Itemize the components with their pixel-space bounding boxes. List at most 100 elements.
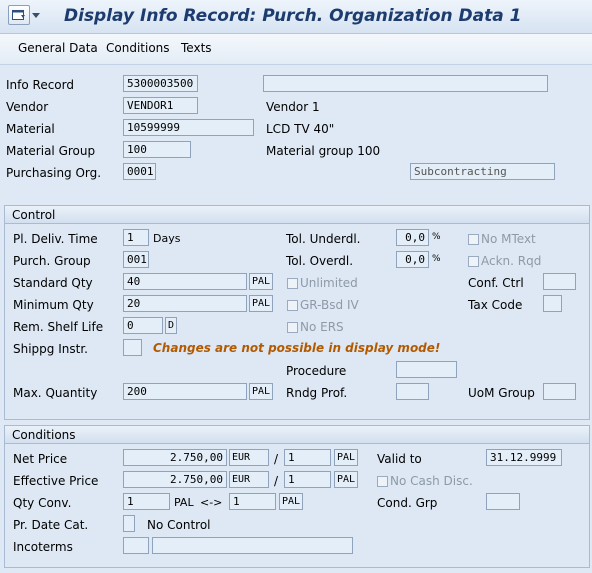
- procedure-label: Procedure: [286, 364, 347, 378]
- standard-qty-field[interactable]: 40: [123, 273, 247, 290]
- qty-conv-field-2[interactable]: 1: [229, 493, 276, 510]
- info-record-label: Info Record: [6, 78, 74, 92]
- unlimited-label: Unlimited: [300, 276, 358, 290]
- net-price-per-field[interactable]: 1: [284, 449, 331, 466]
- conf-ctrl-label: Conf. Ctrl: [468, 276, 524, 290]
- minimum-qty-field[interactable]: 20: [123, 295, 247, 312]
- shippg-instr-field[interactable]: [123, 339, 142, 356]
- effective-price-per-field[interactable]: 1: [284, 471, 331, 488]
- qty-conv-label: Qty Conv.: [13, 496, 72, 510]
- conditions-section-title: Conditions: [12, 428, 76, 442]
- effective-price-unit[interactable]: PAL: [334, 471, 359, 488]
- rem-shelf-life-label: Rem. Shelf Life: [13, 320, 104, 334]
- minimum-qty-unit[interactable]: PAL: [249, 295, 274, 312]
- pr-date-cat-text: No Control: [147, 518, 211, 532]
- pl-deliv-time-field[interactable]: 1: [123, 229, 149, 246]
- pr-date-cat-label: Pr. Date Cat.: [13, 518, 89, 532]
- incoterms-field-1[interactable]: [123, 537, 149, 554]
- unlimited-checkbox[interactable]: [287, 278, 298, 289]
- material-field[interactable]: 10599999: [123, 119, 254, 136]
- tol-overdl-label: Tol. Overdl.: [286, 254, 354, 268]
- no-ers-label: No ERS: [300, 320, 344, 334]
- max-quantity-unit[interactable]: PAL: [249, 383, 274, 400]
- control-section-title: Control: [12, 208, 56, 222]
- incoterms-field-2[interactable]: [152, 537, 353, 554]
- subcontracting-field[interactable]: Subcontracting: [410, 163, 555, 180]
- no-ers-checkbox[interactable]: [287, 322, 298, 333]
- gr-bsd-iv-checkbox[interactable]: [287, 300, 298, 311]
- tol-overdl-field[interactable]: 0,0: [396, 251, 429, 268]
- ackn-rqd-label: Ackn. Rqd: [481, 254, 542, 268]
- conf-ctrl-field[interactable]: [543, 273, 576, 290]
- net-price-currency[interactable]: EUR: [229, 449, 269, 466]
- info-record-field[interactable]: 5300003500: [123, 75, 198, 92]
- cond-grp-field[interactable]: [486, 493, 520, 510]
- cond-grp-label: Cond. Grp: [377, 496, 438, 510]
- qty-conv-field-1[interactable]: 1: [123, 493, 170, 510]
- net-price-label: Net Price: [13, 452, 68, 466]
- material-label: Material: [6, 122, 55, 136]
- minimum-qty-label: Minimum Qty: [13, 298, 94, 312]
- tol-underdl-field[interactable]: 0,0: [396, 229, 429, 246]
- info-record-description-field[interactable]: [263, 75, 548, 92]
- rndg-prof-label: Rndg Prof.: [286, 386, 348, 400]
- rndg-prof-field[interactable]: [396, 383, 429, 400]
- effective-price-field[interactable]: 2.750,00: [123, 471, 227, 488]
- days-label: Days: [153, 232, 181, 245]
- net-price-field[interactable]: 2.750,00: [123, 449, 227, 466]
- texts-button[interactable]: Texts: [181, 41, 212, 55]
- qty-conv-arrow: <->: [200, 496, 223, 509]
- screen-menu-icon: [12, 10, 25, 20]
- vendor-field[interactable]: VENDOR1: [123, 97, 198, 114]
- purch-group-field[interactable]: 001: [123, 251, 149, 268]
- no-mtext-label: No MText: [481, 232, 536, 246]
- procedure-field[interactable]: [396, 361, 457, 378]
- material-group-label: Material Group: [6, 144, 96, 158]
- pr-date-cat-field[interactable]: [123, 515, 135, 532]
- uom-group-label: UoM Group: [468, 386, 535, 400]
- purch-group-label: Purch. Group: [13, 254, 91, 268]
- conditions-section-header: [5, 426, 589, 444]
- net-price-slash: /: [274, 452, 279, 466]
- purchasing-org-field[interactable]: 0001: [123, 163, 156, 180]
- effective-price-label: Effective Price: [13, 474, 99, 488]
- display-mode-message: Changes are not possible in display mode…: [153, 341, 441, 355]
- rem-shelf-life-unit[interactable]: D: [165, 317, 178, 334]
- effective-price-slash: /: [274, 474, 279, 488]
- max-quantity-label: Max. Quantity: [13, 386, 98, 400]
- effective-price-currency[interactable]: EUR: [229, 471, 269, 488]
- standard-qty-unit[interactable]: PAL: [249, 273, 274, 290]
- valid-to-label: Valid to: [377, 452, 422, 466]
- gr-bsd-iv-label: GR-Bsd IV: [300, 298, 359, 312]
- uom-group-field[interactable]: [543, 383, 576, 400]
- control-section-header: [5, 206, 589, 224]
- tol-overdl-percent: %: [432, 254, 441, 264]
- tax-code-field[interactable]: [543, 295, 562, 312]
- menu-dropdown-arrow-icon[interactable]: [32, 13, 40, 18]
- max-quantity-field[interactable]: 200: [123, 383, 247, 400]
- tol-underdl-percent: %: [432, 232, 441, 242]
- no-mtext-checkbox[interactable]: [468, 234, 479, 245]
- page-title: Display Info Record: Purch. Organization…: [64, 6, 522, 26]
- shippg-instr-label: Shippg Instr.: [13, 342, 88, 356]
- qty-conv-unit-2[interactable]: PAL: [279, 493, 304, 510]
- conditions-button[interactable]: Conditions: [106, 41, 170, 55]
- pl-deliv-time-label: Pl. Deliv. Time: [13, 232, 98, 246]
- no-cash-disc-checkbox[interactable]: [377, 476, 388, 487]
- standard-qty-label: Standard Qty: [13, 276, 93, 290]
- material-group-description: Material group 100: [266, 144, 381, 158]
- ackn-rqd-checkbox[interactable]: [468, 256, 479, 267]
- tol-underdl-label: Tol. Underdl.: [286, 232, 361, 246]
- rem-shelf-life-field[interactable]: 0: [123, 317, 163, 334]
- material-group-field[interactable]: 100: [123, 141, 191, 158]
- incoterms-label: Incoterms: [13, 540, 73, 554]
- no-cash-disc-label: No Cash Disc.: [390, 474, 473, 488]
- qty-conv-unit-1: PAL: [174, 496, 194, 509]
- material-description: LCD TV 40": [266, 122, 335, 136]
- vendor-label: Vendor: [6, 100, 49, 114]
- general-data-button[interactable]: General Data: [18, 41, 98, 55]
- tax-code-label: Tax Code: [468, 298, 523, 312]
- net-price-unit[interactable]: PAL: [334, 449, 359, 466]
- valid-to-field[interactable]: 31.12.9999: [486, 449, 562, 466]
- screen-menu-button[interactable]: [8, 5, 30, 25]
